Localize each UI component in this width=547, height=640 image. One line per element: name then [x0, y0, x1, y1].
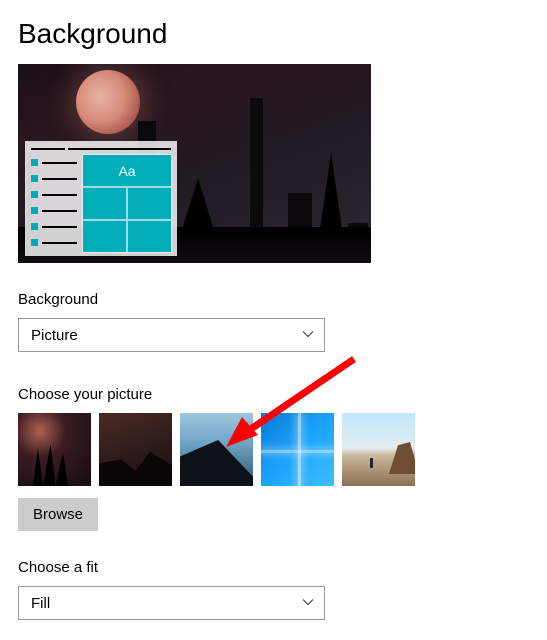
chevron-down-icon	[302, 327, 314, 344]
background-dropdown[interactable]: Picture	[18, 318, 325, 352]
picture-thumbnail[interactable]	[180, 413, 253, 486]
fit-dropdown[interactable]: Fill	[18, 586, 325, 620]
app-list-mock	[31, 155, 77, 252]
browse-button[interactable]: Browse	[18, 498, 98, 531]
moon-graphic	[76, 70, 140, 134]
background-label: Background	[18, 291, 529, 308]
chevron-down-icon	[302, 595, 314, 612]
desktop-preview: Aa	[18, 64, 371, 263]
page-title: Background	[18, 18, 529, 50]
picture-thumbnail[interactable]	[99, 413, 172, 486]
picture-thumbnail[interactable]	[18, 413, 91, 486]
picture-thumbnails	[18, 413, 529, 486]
picture-thumbnail[interactable]	[261, 413, 334, 486]
sample-text-tile: Aa	[83, 155, 171, 186]
tiles-mock: Aa	[83, 155, 171, 252]
start-menu-mock: Aa	[25, 141, 177, 256]
background-dropdown-value: Picture	[31, 327, 78, 344]
choose-fit-label: Choose a fit	[18, 559, 529, 576]
fit-dropdown-value: Fill	[31, 595, 50, 612]
choose-picture-label: Choose your picture	[18, 386, 529, 403]
picture-thumbnail[interactable]	[342, 413, 415, 486]
